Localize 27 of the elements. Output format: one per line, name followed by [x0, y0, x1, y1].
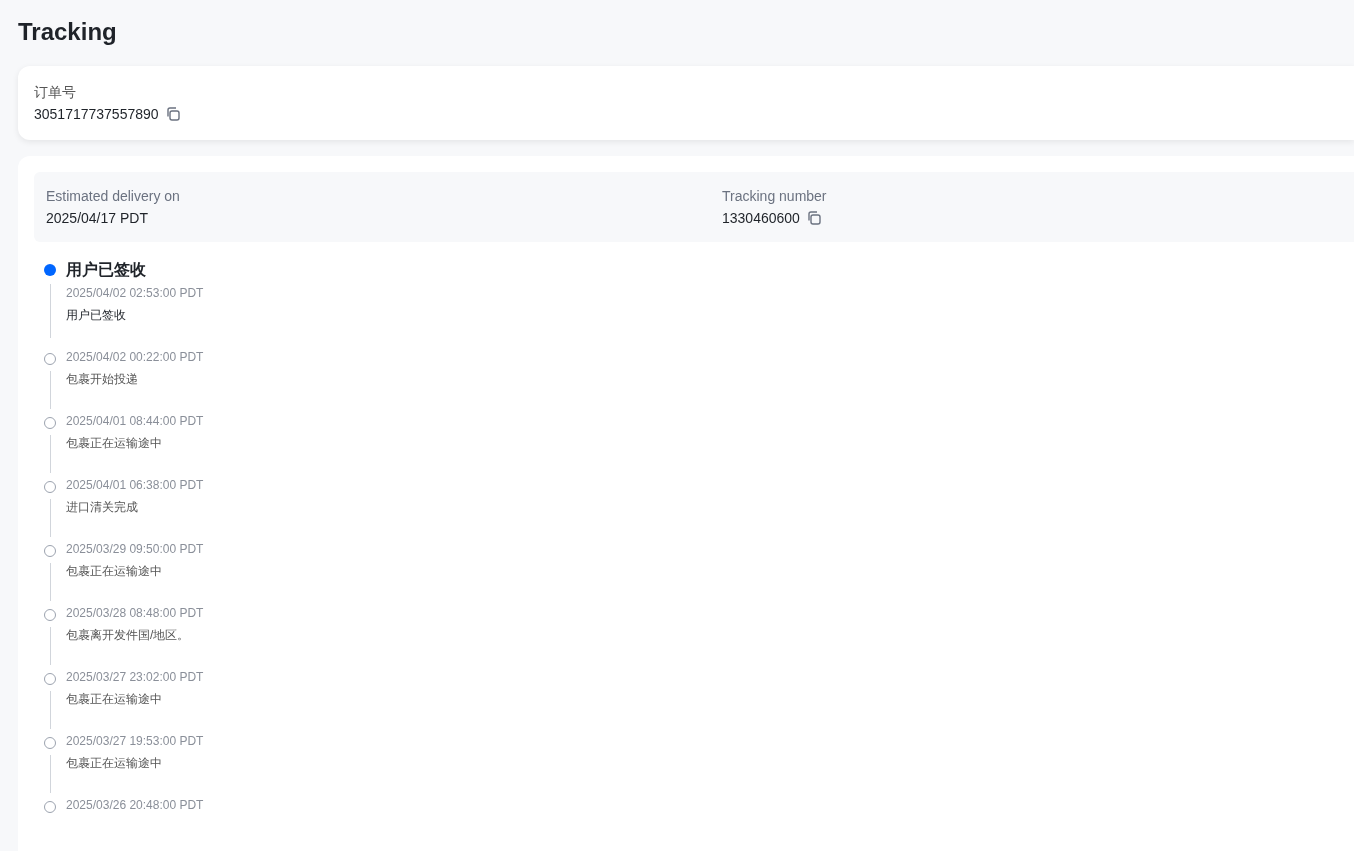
tracking-label: Tracking number [722, 187, 827, 206]
event-time: 2025/03/27 19:53:00 PDT [66, 733, 204, 750]
event-description: 包裹离开发件国/地区。 [66, 627, 190, 644]
status-title: 用户已签收 [66, 260, 146, 280]
event-time: 2025/03/26 20:48:00 PDT [66, 797, 204, 814]
event-description: 包裹正在运输途中 [66, 691, 162, 708]
event-time: 2025/04/01 08:44:00 PDT [66, 413, 204, 430]
delivery-label: Estimated delivery on [46, 187, 180, 206]
order-label: 订单号 [34, 83, 76, 102]
order-number: 3051717737557890 [34, 105, 159, 124]
event-time: 2025/03/27 23:02:00 PDT [66, 669, 204, 686]
page-title: Tracking [18, 17, 117, 47]
event-description: 包裹正在运输途中 [66, 563, 162, 580]
event-time: 2025/03/29 09:50:00 PDT [66, 541, 204, 558]
event-description: 进口清关完成 [66, 499, 138, 516]
tracking-number: 1330460600 [722, 209, 800, 228]
copy-icon[interactable] [805, 210, 822, 226]
copy-icon[interactable] [164, 106, 181, 122]
event-description: 包裹开始投递 [66, 371, 138, 388]
event-description: 用户已签收 [66, 307, 126, 324]
event-description: 包裹正在运输途中 [66, 435, 162, 452]
event-time: 2025/04/02 02:53:00 PDT [66, 285, 204, 302]
event-time: 2025/03/28 08:48:00 PDT [66, 605, 204, 622]
event-description: 包裹正在运输途中 [66, 755, 162, 772]
delivery-date: 2025/04/17 PDT [46, 209, 148, 228]
event-time: 2025/04/02 00:22:00 PDT [66, 349, 204, 366]
event-time: 2025/04/01 06:38:00 PDT [66, 477, 204, 494]
